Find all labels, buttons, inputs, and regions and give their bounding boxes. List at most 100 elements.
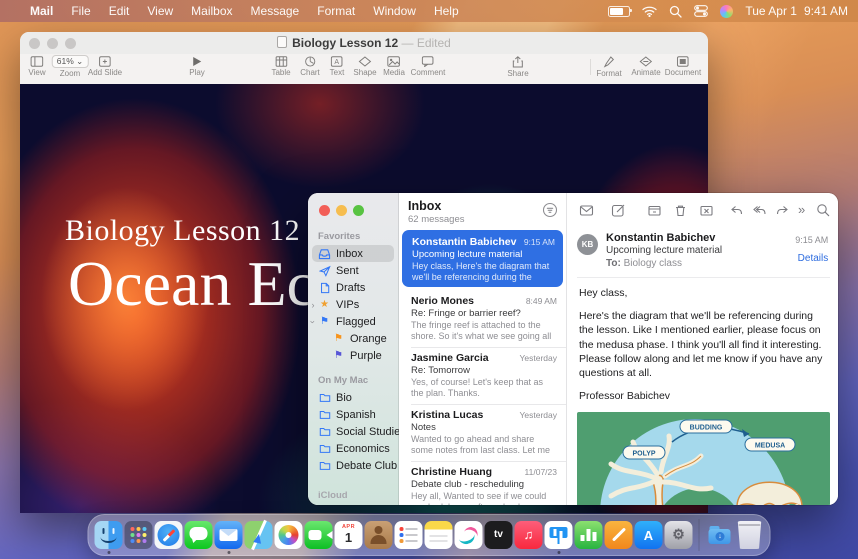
dock-music[interactable]: ♫ <box>515 521 543 549</box>
dock-apple-tv[interactable]: tv <box>485 521 513 549</box>
dock-keynote[interactable] <box>545 521 573 549</box>
dock-contacts[interactable] <box>365 521 393 549</box>
dock-notes[interactable] <box>425 521 453 549</box>
sidebar-item-purple-flag[interactable]: ⚑ Purple <box>308 347 398 364</box>
chart-button[interactable]: Chart <box>300 54 320 77</box>
more-icon[interactable]: » <box>798 203 805 216</box>
add-slide-button[interactable]: Add Slide <box>88 54 122 77</box>
view-button[interactable]: View <box>28 54 45 77</box>
search-icon[interactable] <box>669 5 682 18</box>
text-button[interactable]: A Text <box>330 54 345 77</box>
sidebar-item-inbox[interactable]: Inbox <box>312 245 394 262</box>
menu-view[interactable]: View <box>147 4 173 18</box>
zoom-control[interactable]: 61% ⌄ Zoom <box>52 54 89 78</box>
shape-label: Shape <box>353 68 376 77</box>
compose-icon[interactable] <box>611 203 626 218</box>
dock-photos[interactable] <box>275 521 303 549</box>
get-mail-icon[interactable] <box>579 203 594 218</box>
junk-icon[interactable] <box>699 203 714 218</box>
control-center-icon[interactable] <box>694 5 708 17</box>
menu-edit[interactable]: Edit <box>109 4 130 18</box>
dock-pages[interactable] <box>605 521 633 549</box>
menu-window[interactable]: Window <box>373 4 416 18</box>
play-button[interactable]: Play <box>189 54 205 77</box>
menu-help[interactable]: Help <box>434 4 459 18</box>
dock-trash[interactable] <box>736 521 764 549</box>
menu-message[interactable]: Message <box>251 4 300 18</box>
siri-icon[interactable] <box>720 5 733 18</box>
dock-messages[interactable] <box>185 521 213 549</box>
slide-subtitle-text[interactable]: Biology Lesson 12 <box>65 214 300 248</box>
chevron-right-icon[interactable]: › <box>309 300 317 310</box>
chart-icon <box>304 56 316 67</box>
menu-file[interactable]: File <box>71 4 90 18</box>
sidebar-item-orange-flag[interactable]: ⚑ Orange <box>308 330 398 347</box>
dock-safari[interactable] <box>155 521 183 549</box>
search-icon[interactable] <box>816 203 830 217</box>
trash-icon[interactable] <box>673 203 688 218</box>
icloud-header[interactable]: iCloud <box>308 486 398 504</box>
message-row[interactable]: Kristina LucasYesterday Notes Wanted to … <box>399 404 566 461</box>
dock-launchpad[interactable] <box>125 521 153 549</box>
sidebar-item-vips[interactable]: › ★ VIPs <box>308 296 398 313</box>
sender: Nerio Mones <box>411 295 474 307</box>
sidebar-item-sent[interactable]: Sent <box>308 262 398 279</box>
menu-mailbox[interactable]: Mailbox <box>191 4 232 18</box>
sidebar-item-bio[interactable]: Bio <box>308 389 398 406</box>
minimize-button[interactable] <box>336 205 347 216</box>
battery-icon[interactable] <box>608 6 630 17</box>
sidebar-item-drafts[interactable]: Drafts <box>308 279 398 296</box>
zoom-value[interactable]: 61% ⌄ <box>52 55 89 68</box>
archive-icon[interactable] <box>647 203 662 218</box>
dock-downloads[interactable]: ↓ <box>706 521 734 549</box>
comment-button[interactable]: Comment <box>411 54 446 77</box>
sidebar-item-spanish[interactable]: Spanish <box>308 406 398 423</box>
animate-button[interactable]: Animate <box>631 54 660 77</box>
dock-freeform[interactable] <box>455 521 483 549</box>
sidebar-item-economics[interactable]: Economics <box>308 440 398 457</box>
format-icon <box>604 56 615 68</box>
dock-app-store[interactable]: A <box>635 521 663 549</box>
menu-format[interactable]: Format <box>317 4 355 18</box>
dock-settings[interactable]: ⚙ <box>665 521 693 549</box>
sidebar-item-flagged[interactable]: › ⚑ Flagged <box>308 313 398 330</box>
zoom-button[interactable] <box>353 205 364 216</box>
dock-numbers[interactable] <box>575 521 603 549</box>
filter-icon[interactable] <box>542 202 558 218</box>
reply-all-icon[interactable] <box>752 203 767 218</box>
music-note-icon: ♫ <box>515 527 543 542</box>
sidebar-item-debate-club[interactable]: Debate Club <box>308 457 398 474</box>
message-row[interactable]: Christine Huang11/07/23 Debate club - re… <box>399 461 566 505</box>
close-button[interactable] <box>319 205 330 216</box>
chevron-down-icon[interactable]: › <box>308 318 318 326</box>
keynote-toolbar: View 61% ⌄ Zoom Add Slide Play Table Cha… <box>20 54 708 85</box>
menu-mail[interactable]: Mail <box>30 4 53 18</box>
format-button[interactable]: Format <box>596 54 621 78</box>
reply-icon[interactable] <box>729 203 744 218</box>
dock-mail[interactable] <box>215 521 243 549</box>
dock-facetime[interactable] <box>305 521 333 549</box>
media-button[interactable]: Media <box>383 54 405 77</box>
message-row-selected[interactable]: Konstantin Babichev9:15 AM Upcoming lect… <box>402 230 563 287</box>
document-button[interactable]: Document <box>665 54 701 77</box>
dock-reminders[interactable] <box>395 521 423 549</box>
keynote-titlebar[interactable]: Biology Lesson 12 — Edited <box>20 32 708 54</box>
preview: Wanted to go ahead and share some notes … <box>411 434 557 457</box>
message-row[interactable]: Nerio Mones8:49 AM Re: Fringe or barrier… <box>399 290 566 347</box>
share-button[interactable]: Share <box>507 54 528 78</box>
forward-icon[interactable] <box>775 203 790 218</box>
dock-finder[interactable] <box>95 521 123 549</box>
wifi-icon[interactable] <box>642 6 657 17</box>
shape-button[interactable]: Shape <box>353 54 376 77</box>
slide-title-text[interactable]: Ocean Ec <box>68 247 315 321</box>
table-button[interactable]: Table <box>271 54 290 77</box>
animate-label: Animate <box>631 68 660 77</box>
menu-bar-clock[interactable]: Tue Apr 1 9:41 AM <box>745 4 848 18</box>
mail-sidebar: Favorites Inbox Sent Drafts › ★ VIPs › ⚑ <box>308 193 399 505</box>
dock-maps[interactable] <box>245 521 273 549</box>
message-row[interactable]: Jasmine GarciaYesterday Re: Tomorrow Yes… <box>399 347 566 404</box>
details-link[interactable]: Details <box>798 253 829 264</box>
sidebar-item-social-studies[interactable]: Social Studies <box>308 423 398 440</box>
mail-titlebar[interactable] <box>308 193 398 227</box>
dock-calendar[interactable]: APR1 <box>335 521 363 549</box>
